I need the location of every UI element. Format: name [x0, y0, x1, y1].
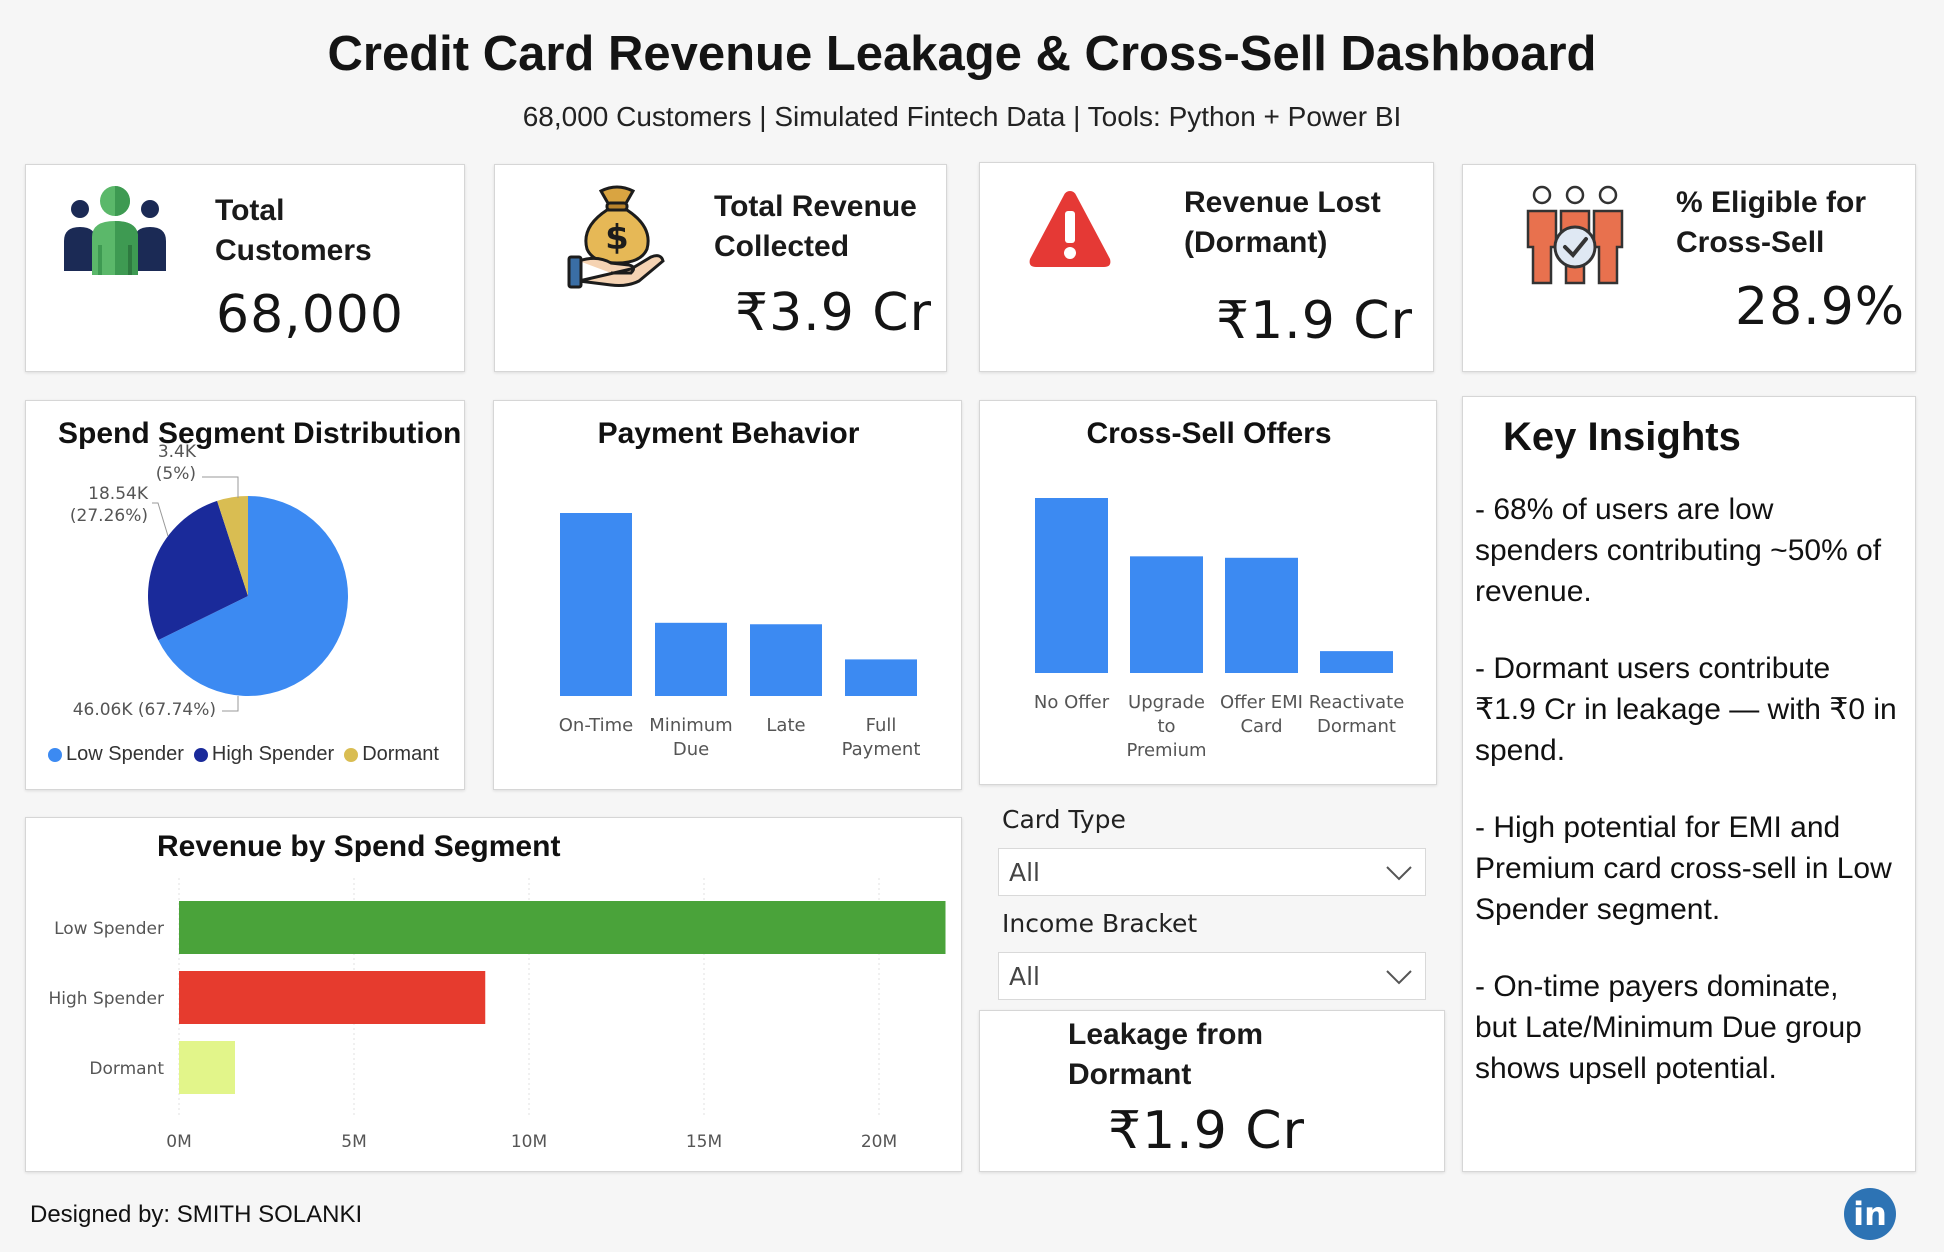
x-tick-label: 20M [861, 1132, 897, 1152]
insight-line: Spender segment. [1475, 893, 1721, 926]
kpi-card-total-revenue[interactable]: $ Total Revenue Collected ₹3.9 Cr [494, 164, 947, 372]
legend-item[interactable]: High Spender [193, 743, 334, 766]
revenue-hbar-chart: 0M 5M 10M 15M 20M Low Spender High Spender Dorm… [48, 878, 946, 1152]
people-check-icon [1525, 185, 1625, 289]
category-label: Upgrade to Premium [1126, 692, 1207, 761]
x-tick-label: 5M [341, 1132, 366, 1152]
kpi-value: ₹1.9 Cr [1108, 1101, 1305, 1161]
key-insights-panel: Key Insights - 68% of users are low spend… [1462, 396, 1916, 1172]
x-tick-label: 15M [686, 1132, 722, 1152]
chevron-down-icon [1386, 866, 1412, 881]
bar[interactable] [1035, 498, 1108, 673]
bar[interactable] [179, 901, 946, 954]
designer-credit: Designed by: SMITH SOLANKI [30, 1201, 363, 1228]
category-label: Reactivate Dormant [1308, 692, 1405, 737]
pie-data-label: 3.4K [158, 442, 197, 462]
pie-leader-line [202, 476, 239, 498]
pie-chart-panel[interactable]: Spend Segment Distribution 46.06K (67.74… [25, 400, 465, 790]
pie-data-label: (5%) [156, 464, 196, 484]
linkedin-icon[interactable]: in [1844, 1188, 1896, 1240]
kpi-value: ₹3.9 Cr [735, 283, 932, 343]
page-title: Credit Card Revenue Leakage & Cross-Sell… [327, 27, 1597, 81]
income-bracket-value: All [1009, 962, 1040, 991]
revenue-segment-panel[interactable]: Revenue by Spend Segment 0M 5M 10M 15M 20M Lo… [25, 817, 962, 1172]
kpi-label: Leakage from Dormant [1068, 1018, 1264, 1091]
kpi-value: 28.9% [1735, 277, 1906, 337]
legend-dot [193, 747, 208, 762]
pie-legend: Low Spender High Spender Dormant [48, 743, 464, 767]
insight-line: - 68% of users are low [1475, 493, 1774, 526]
bar[interactable] [179, 1041, 235, 1094]
kpi-card-eligible-cross-sell[interactable]: % Eligible for Cross-Sell 28.9% [1462, 164, 1916, 372]
category-label: Late [766, 715, 806, 736]
income-bracket-label: Income Bracket [1002, 909, 1198, 938]
bar[interactable] [560, 513, 632, 696]
bar[interactable] [179, 971, 486, 1024]
bar[interactable] [1225, 557, 1298, 673]
insight-paragraph: - Dormant users contribute ₹1.9 Cr in lea… [1475, 648, 1915, 771]
legend-item[interactable]: Low Spender [48, 743, 184, 766]
page-subtitle: 68,000 Customers | Simulated Fintech Dat… [522, 101, 1402, 132]
category-label: Offer EMI Card [1220, 692, 1303, 737]
pie-data-label: 18.54K [88, 484, 149, 504]
insight-line: spend. [1475, 734, 1566, 767]
insight-line: ₹1.9 Cr in leakage — with ₹0 in [1475, 693, 1897, 726]
legend-dot [48, 747, 62, 762]
warning-triangle-icon [1028, 187, 1112, 271]
pie-leader-line [222, 696, 239, 712]
pie-chart: 46.06K (67.74%) 18.54K(27.26%) 3.4K(5%) [70, 442, 348, 720]
category-label: No Offer [1033, 692, 1110, 713]
income-bracket-dropdown[interactable]: All [998, 952, 1426, 1000]
y-category-label: High Spender [48, 989, 164, 1009]
insight-line: spenders contributing ~50% of [1475, 534, 1882, 567]
insights-title: Key Insights [1503, 415, 1741, 459]
insight-line: - Dormant users contribute [1475, 652, 1831, 685]
kpi-label: Total Revenue Collected [714, 190, 917, 263]
y-category-label: Dormant [89, 1059, 164, 1079]
card-type-dropdown[interactable]: All [998, 848, 1426, 896]
y-category-label: Low Spender [54, 919, 164, 939]
pie-leader-line [152, 502, 169, 537]
pie-data-label: 46.06K (67.74%) [73, 700, 216, 720]
leakage-card[interactable]: Leakage from Dormant ₹1.9 Cr [979, 1010, 1445, 1172]
insight-paragraph: - 68% of users are low spenders contribut… [1475, 489, 1915, 612]
bar[interactable] [750, 624, 822, 696]
insight-paragraph: - On-time payers dominate, but Late/Minim… [1475, 966, 1915, 1089]
legend-dot [344, 747, 359, 762]
card-type-value: All [1009, 858, 1040, 887]
kpi-value: 68,000 [216, 285, 404, 345]
category-label: Minimum Due [649, 715, 733, 760]
cross-sell-panel[interactable]: Cross-Sell Offers No Offer Upgrade to Premi… [979, 400, 1437, 785]
bar[interactable] [1320, 651, 1393, 673]
pie-data-label: (27.26%) [70, 506, 148, 526]
kpi-value: ₹1.9 Cr [1216, 291, 1413, 351]
insight-line: - On-time payers dominate, [1475, 970, 1839, 1003]
insight-line: shows upsell potential. [1475, 1052, 1777, 1085]
x-tick-label: 10M [511, 1132, 547, 1152]
bar[interactable] [1130, 556, 1203, 673]
category-label: On-Time [558, 715, 634, 736]
bar[interactable] [845, 659, 917, 696]
payment-behavior-panel[interactable]: Payment Behavior On-Time Minimum Due Late Fu… [493, 400, 962, 790]
kpi-card-total-customers[interactable]: Total Customers 68,000 [25, 164, 465, 372]
insights-body: - 68% of users are low spenders contribut… [1475, 489, 1915, 1125]
chevron-down-icon [1386, 970, 1412, 985]
money-bag-hand-icon: $ [567, 183, 669, 289]
insight-line: revenue. [1475, 575, 1592, 608]
bar[interactable] [655, 622, 727, 696]
insight-line: Premium card cross-sell in Low [1475, 852, 1892, 885]
kpi-label: Total Customers [215, 194, 372, 267]
x-tick-label: 0M [166, 1132, 191, 1152]
legend-item[interactable]: Dormant [344, 743, 439, 766]
insight-paragraph: - High potential for EMI and Premium card… [1475, 807, 1915, 930]
insight-line: but Late/Minimum Due group [1475, 1011, 1862, 1044]
kpi-card-revenue-lost[interactable]: Revenue Lost (Dormant) ₹1.9 Cr [979, 162, 1434, 372]
insight-line: - High potential for EMI and [1475, 811, 1841, 844]
kpi-label: Revenue Lost (Dormant) [1184, 186, 1381, 259]
svg-text:$: $ [605, 218, 629, 258]
card-type-label: Card Type [1002, 805, 1126, 834]
category-label: Full Payment [841, 715, 921, 760]
customers-group-icon [62, 185, 168, 281]
kpi-label: % Eligible for Cross-Sell [1676, 186, 1867, 259]
